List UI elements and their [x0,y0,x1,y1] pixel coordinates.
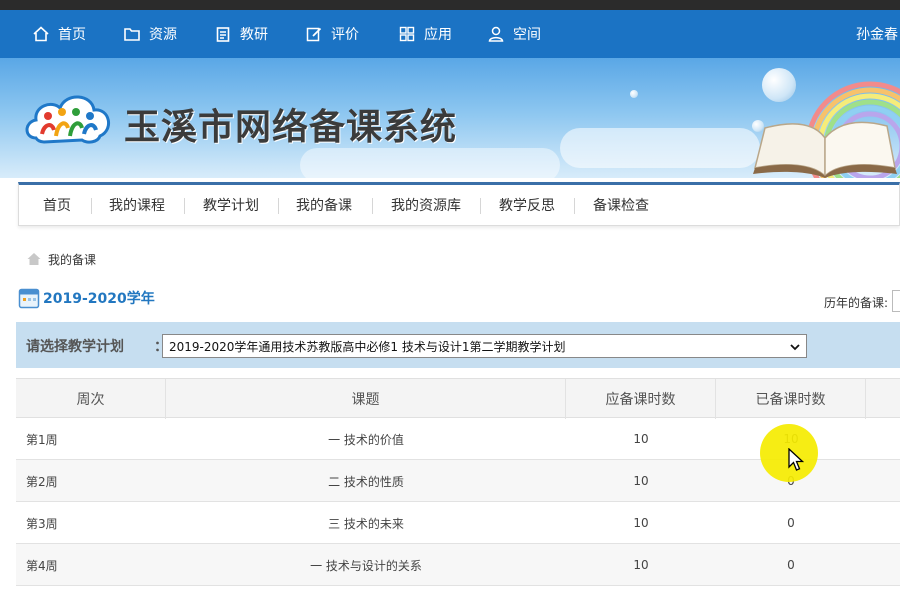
cell-topic[interactable]: 三 技术的未来 [166,502,566,544]
logo-icon [25,95,110,144]
breadcrumb: 我的备课 [26,250,96,268]
sub-nav-divider [574,198,575,214]
cell-done-hours: 0 [787,516,795,530]
calendar-icon [18,288,40,309]
school-year-title: 2019-2020学年 [43,291,155,307]
cell-required-hours: 10 [633,432,649,446]
window-top-strip [0,0,900,10]
user-icon [488,26,504,42]
school-year-row: 2019-2020学年 [18,286,155,310]
sub-nav-bar: 首页 我的课程 教学计划 我的备课 我的资源库 教学反思 备课检查 [18,182,900,226]
plan-select-value: 2019-2020学年通用技术苏教版高中必修1 技术与设计1第二学期教学计划 [169,339,566,354]
header-week: 周次 [16,379,166,419]
sub-nav-divider [278,198,279,214]
sub-nav-teaching-plan[interactable]: 教学计划 [203,185,259,225]
top-nav-home-label: 首页 [58,27,86,43]
history-lessons-select[interactable] [892,290,900,312]
top-nav-evaluation-label: 评价 [331,27,359,43]
cell-required-hours: 10 [633,516,649,530]
top-nav-apps[interactable]: 应用 [398,10,452,58]
cell-topic[interactable]: 二 技术的性质 [166,460,566,502]
sub-nav-divider [91,198,92,214]
plan-select-bar: 请选择教学计划 ： 2019-2020学年通用技术苏教版高中必修1 技术与设计1… [16,322,900,368]
folder-icon [124,28,140,41]
table-row[interactable]: 第3周 三 技术的未来 10 0 [16,502,900,544]
site-title: 玉溪市网络备课系统 [124,107,458,148]
cell-week: 第1周 [26,432,58,447]
top-nav-evaluation[interactable]: 评价 [305,10,359,58]
top-nav-bar: 首页 资源 教研 评价 应用 空间 孙金春 [0,10,900,58]
cell-topic[interactable]: 一 技术与设计的关系 [166,544,566,586]
sub-nav-lesson-check[interactable]: 备课检查 [593,185,649,225]
cell-week: 第4周 [26,558,58,573]
table-row[interactable]: 第4周 一 技术与设计的关系 10 0 [16,544,900,586]
edit-icon [306,27,322,42]
home-icon[interactable] [26,251,42,267]
user-name[interactable]: 孙金春 [856,10,900,58]
chevron-down-icon [790,344,800,351]
sub-nav-my-lessons[interactable]: 我的备课 [296,185,352,225]
breadcrumb-current: 我的备课 [48,252,97,267]
home-icon [33,26,49,42]
cell-week: 第2周 [26,474,58,489]
open-book-decoration [753,121,897,178]
history-lessons-label: 历年的备课: [823,296,888,310]
cloud-decoration [560,128,760,168]
bubble-decoration [630,90,638,98]
cell-done-hours: 0 [787,558,795,572]
plan-select-dropdown[interactable]: 2019-2020学年通用技术苏教版高中必修1 技术与设计1第二学期教学计划 [162,334,807,358]
cell-week: 第3周 [26,516,58,531]
header-done-hours: 已备课时数 [716,379,866,419]
sub-nav-my-courses[interactable]: 我的课程 [109,185,165,225]
top-nav-space[interactable]: 空间 [487,10,541,58]
top-nav-home[interactable]: 首页 [32,10,86,58]
bubble-decoration [762,68,796,102]
sub-nav-divider [480,198,481,214]
sub-nav-teaching-reflection[interactable]: 教学反思 [499,185,555,225]
table-header: 周次 课题 应备课时数 已备课时数 [16,378,900,419]
sub-nav-divider [184,198,185,214]
mouse-cursor-icon [788,448,804,471]
sub-nav-divider [372,198,373,214]
top-nav-research-label: 教研 [240,27,268,43]
header-required-hours: 应备课时数 [566,379,716,419]
cell-required-hours: 10 [633,474,649,488]
top-nav-apps-label: 应用 [424,27,452,43]
cloud-decoration [300,148,560,178]
top-nav-resources[interactable]: 资源 [123,10,177,58]
sub-nav-resource-library[interactable]: 我的资源库 [391,185,461,225]
top-nav-resources-label: 资源 [149,27,177,43]
site-banner: 玉溪市网络备课系统 [0,58,900,178]
grid-icon [399,26,415,42]
cell-required-hours: 10 [633,558,649,572]
cell-topic[interactable]: 一 技术的价值 [166,418,566,460]
plan-select-label: 请选择教学计划 [26,339,124,355]
top-nav-space-label: 空间 [513,27,541,43]
clipboard-icon [216,27,230,42]
sub-nav-home[interactable]: 首页 [43,185,71,225]
header-topic: 课题 [166,379,566,419]
top-nav-research[interactable]: 教研 [214,10,268,58]
